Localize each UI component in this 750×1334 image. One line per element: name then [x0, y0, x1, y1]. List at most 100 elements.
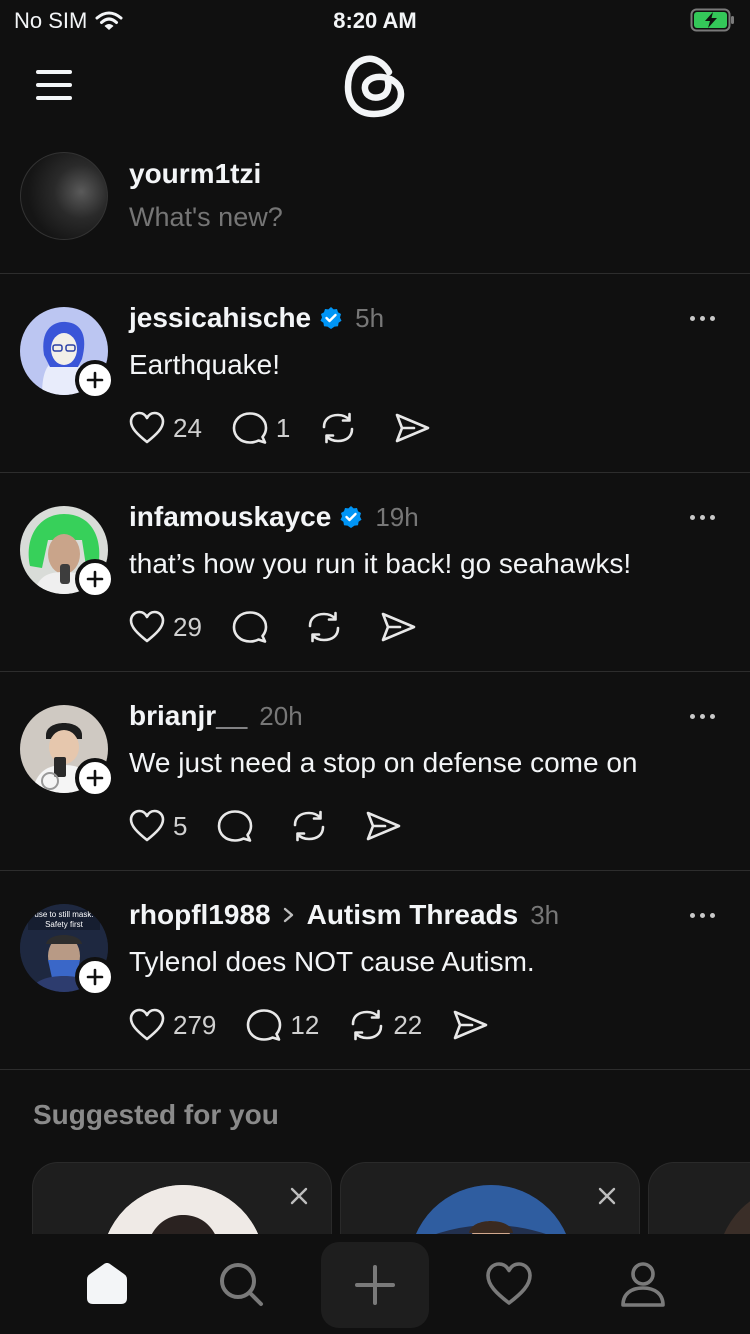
post-header: brianjr__ 20h [129, 700, 303, 732]
post-time: 3h [530, 899, 560, 930]
send-icon [367, 811, 401, 841]
avatar-overlay-text: use to still mask. Safety first [28, 910, 100, 930]
community-name[interactable]: Autism Threads [307, 899, 519, 931]
more-options-icon[interactable] [690, 511, 720, 523]
send-icon [396, 413, 430, 443]
tab-profile[interactable] [603, 1244, 683, 1324]
comment-icon [232, 611, 268, 643]
post-time: 20h [259, 700, 303, 731]
reply-button[interactable]: 1 [232, 411, 290, 445]
heart-icon [129, 411, 165, 444]
plus-icon [86, 769, 104, 787]
tab-search[interactable] [201, 1244, 281, 1324]
reply-button[interactable] [232, 610, 276, 644]
post-actions: 29 [129, 609, 446, 645]
tab-create[interactable] [321, 1242, 429, 1328]
repost-icon [352, 1009, 383, 1041]
home-icon [87, 1263, 127, 1304]
composer-input[interactable] [129, 202, 483, 233]
reply-count: 1 [275, 412, 291, 443]
post-item[interactable]: jessicahische 5h Earthquake! 24 1 [0, 274, 750, 473]
avatar[interactable] [20, 152, 108, 240]
post-username[interactable]: rhopfl1988 [129, 899, 271, 931]
close-icon [290, 1187, 308, 1205]
suggested-title: Suggested for you [33, 1099, 279, 1130]
chevron-right-icon [283, 907, 293, 923]
repost-icon [323, 412, 354, 444]
post-text: that’s how you run it back! go seahawks! [129, 548, 632, 579]
like-count: 24 [173, 412, 202, 443]
post-header: rhopfl1988 Autism Threads 3h [129, 899, 559, 931]
more-options-icon[interactable] [690, 312, 720, 324]
search-icon [220, 1263, 263, 1306]
verified-badge-icon [320, 307, 342, 329]
reply-count: 12 [290, 1009, 320, 1040]
reply-button[interactable]: 12 [246, 1008, 319, 1042]
more-options-icon[interactable] [690, 909, 720, 921]
share-button[interactable] [452, 1008, 488, 1042]
more-options-icon[interactable] [690, 710, 720, 722]
tab-home[interactable] [67, 1244, 147, 1324]
comment-icon [247, 1009, 282, 1041]
plus-icon [86, 968, 104, 986]
post-header: infamouskayce 19h [129, 501, 419, 533]
follow-button[interactable] [75, 957, 115, 997]
verified-badge-icon [340, 506, 362, 528]
like-button[interactable]: 29 [129, 610, 202, 644]
send-icon [453, 1010, 488, 1040]
post-username[interactable]: brianjr__ [129, 700, 247, 732]
dismiss-button[interactable] [597, 1181, 617, 1213]
share-button[interactable] [380, 610, 416, 644]
menu-icon-bar [36, 70, 72, 74]
repost-button[interactable] [291, 809, 335, 843]
dismiss-button[interactable] [289, 1181, 309, 1213]
composer-username: yourm1tzi [129, 158, 262, 189]
post-actions: 24 1 [129, 410, 460, 446]
comment-icon [232, 412, 268, 444]
reply-button[interactable] [217, 809, 261, 843]
post-time: 5h [355, 302, 385, 333]
new-thread-composer[interactable]: yourm1tzi [0, 140, 750, 274]
post-time: 19h [375, 501, 419, 532]
post-text: Tylenol does NOT cause Autism. [129, 946, 535, 977]
repost-button[interactable] [320, 411, 364, 445]
heart-icon [129, 610, 165, 643]
repost-icon [308, 611, 340, 643]
close-icon [598, 1187, 616, 1205]
post-username[interactable]: jessicahische [129, 302, 311, 334]
send-icon [381, 612, 416, 642]
share-button[interactable] [365, 809, 401, 843]
post-actions: 5 [129, 808, 431, 844]
menu-button[interactable] [36, 70, 76, 100]
heart-icon [129, 1008, 165, 1041]
tab-bar [0, 1234, 750, 1334]
post-item[interactable]: brianjr__ 20h We just need a stop on def… [0, 672, 750, 871]
follow-button[interactable] [75, 559, 115, 599]
like-count: 5 [173, 810, 188, 841]
post-actions: 279 12 22 [129, 1007, 518, 1043]
like-button[interactable]: 279 [129, 1008, 216, 1042]
follow-button[interactable] [75, 758, 115, 798]
plus-icon [355, 1265, 395, 1305]
repost-button[interactable]: 22 [349, 1008, 422, 1042]
heart-icon [129, 809, 165, 842]
status-time: 8:20 AM [333, 8, 417, 33]
repost-icon [294, 810, 325, 842]
comment-icon [218, 810, 253, 842]
share-button[interactable] [394, 411, 430, 445]
menu-icon-bar [36, 83, 72, 87]
post-text: We just need a stop on defense come on [129, 747, 638, 778]
threads-logo-icon[interactable] [343, 52, 407, 120]
post-username[interactable]: infamouskayce [129, 501, 331, 533]
status-bar: No SIM 8:20 AM [0, 0, 750, 40]
like-button[interactable]: 24 [129, 411, 202, 445]
tab-activity[interactable] [469, 1244, 549, 1324]
follow-button[interactable] [75, 360, 115, 400]
menu-icon-bar [36, 96, 72, 100]
post-item[interactable]: infamouskayce 19h that’s how you run it … [0, 473, 750, 672]
like-count: 29 [173, 611, 202, 642]
plus-icon [86, 570, 104, 588]
like-button[interactable]: 5 [129, 809, 187, 843]
repost-button[interactable] [306, 610, 350, 644]
post-item[interactable]: use to still mask. Safety first rhopfl19… [0, 871, 750, 1070]
